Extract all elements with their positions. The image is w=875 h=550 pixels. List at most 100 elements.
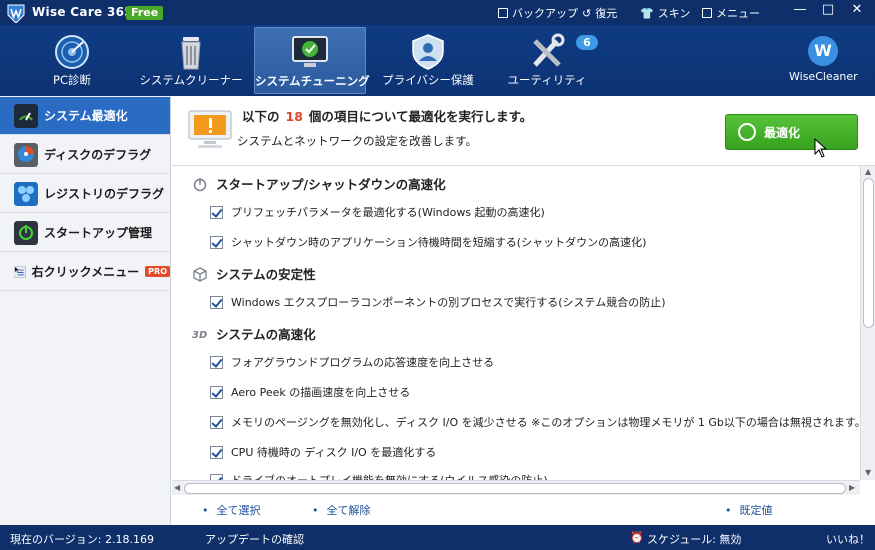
checkbox[interactable] xyxy=(210,415,223,429)
checkbox[interactable] xyxy=(210,295,223,309)
maximize-button[interactable]: □ xyxy=(814,0,842,22)
list-item[interactable]: シャットダウン時のアプリケーション待機時間を短縮する(シャットダウンの高速化) xyxy=(210,234,646,250)
wisecleaner-logo-icon[interactable]: W xyxy=(808,36,838,66)
section-startup-shutdown: スタートアップ/シャットダウンの高速化 xyxy=(192,174,446,193)
sidebar: システム最適化 ディスクのデフラグ レジストリのデフラグ スタートアップ管理 右… xyxy=(0,96,171,525)
sidebar-item-system-optimize[interactable]: システム最適化 xyxy=(0,97,170,135)
item-label: Windows エクスプローラコンポーネントの別プロセスで実行する(システム競合… xyxy=(231,296,666,309)
like-link[interactable]: いいね！ xyxy=(826,531,870,547)
disk-icon xyxy=(14,142,38,167)
wisecleaner-label[interactable]: WiseCleaner xyxy=(789,70,858,83)
power-icon xyxy=(14,220,38,245)
scroll-right-icon[interactable]: ▶ xyxy=(849,483,855,492)
item-label: Aero Peek の描画速度を向上させる xyxy=(231,386,411,399)
item-label: メモリのページングを無効化し、ディスク I/O を減少させる ※このオプションは… xyxy=(231,416,860,429)
vertical-scrollbar[interactable]: ▲ ▼ xyxy=(860,166,875,480)
svg-text:3D: 3D xyxy=(192,330,207,341)
nav-privacy[interactable]: プライバシー保護 xyxy=(379,27,477,94)
backup-label: バックアップ xyxy=(512,7,578,20)
nav-pc-check[interactable]: PC診断 xyxy=(20,27,124,94)
nav-label: ユーティリティ xyxy=(507,73,587,87)
wise-care-logo-icon xyxy=(7,4,25,23)
sidebar-item-label: 右クリックメニュー xyxy=(31,265,140,279)
monitor-tuning-icon xyxy=(292,36,328,67)
menu-label: メニュー xyxy=(716,7,760,20)
optimize-button[interactable]: 最適化 xyxy=(725,114,858,150)
cube-icon xyxy=(193,266,207,282)
close-button[interactable]: ✕ xyxy=(843,0,871,22)
sidebar-item-startup-manager[interactable]: スタートアップ管理 xyxy=(0,214,170,252)
restore-label: 復元 xyxy=(595,7,618,20)
menu-icon xyxy=(702,8,712,18)
checkbox[interactable] xyxy=(210,235,223,249)
section-stability: システムの安定性 xyxy=(192,264,316,283)
item-label: ドライブのオートプレイ機能を無効にする(ウイルス感染の防止) xyxy=(231,472,548,480)
backup-button[interactable]: バックアップ xyxy=(498,5,578,21)
power-icon xyxy=(193,177,207,191)
list-item[interactable]: Aero Peek の描画速度を向上させる xyxy=(210,384,410,400)
section-title: スタートアップ/シャットダウンの高速化 xyxy=(216,177,446,192)
sidebar-item-disk-defrag[interactable]: ディスクのデフラグ xyxy=(0,136,170,174)
optimization-list: スタートアップ/シャットダウンの高速化 プリフェッチパラメータを最適化する(Wi… xyxy=(172,166,860,480)
sidebar-item-context-menu[interactable]: 右クリックメニュー PRO xyxy=(0,253,170,291)
count-prefix: 以下の xyxy=(242,109,280,124)
nav-label: PC診断 xyxy=(53,73,91,87)
sidebar-item-label: ディスクのデフラグ xyxy=(44,148,152,162)
skin-button[interactable]: 👕 スキン xyxy=(640,5,690,21)
3d-icon: 3D xyxy=(192,330,207,341)
checkbox[interactable] xyxy=(210,355,223,369)
list-item[interactable]: メモリのページングを無効化し、ディスク I/O を減少させる ※このオプションは… xyxy=(210,414,860,430)
mouse-cursor-icon xyxy=(814,138,828,158)
sidebar-item-label: システム最適化 xyxy=(44,109,128,123)
sidebar-item-label: レジストリのデフラグ xyxy=(44,187,165,201)
default-link[interactable]: 既定値 xyxy=(725,502,773,518)
section-title: システムの高速化 xyxy=(216,327,316,342)
horizontal-scrollbar[interactable]: ◀ ▶ xyxy=(172,480,860,495)
restore-button[interactable]: ↺ 復元 xyxy=(582,5,617,21)
version-text: 現在のバージョン: 2.18.169 xyxy=(10,533,154,546)
list-item[interactable]: プリフェッチパラメータを最適化する(Windows 起動の高速化) xyxy=(210,204,545,220)
save-icon xyxy=(498,8,508,18)
restore-icon: ↺ xyxy=(582,6,592,20)
optimize-count-text: 以下の 18 個の項目について最適化を実行します。 xyxy=(242,106,532,125)
optimize-description: システムとネットワークの設定を改善します。 xyxy=(237,134,478,148)
nav-label: システムチューニング xyxy=(255,74,370,88)
context-menu-icon xyxy=(14,265,26,278)
section-speed-up: 3D システムの高速化 xyxy=(192,324,316,343)
update-check-link[interactable]: アップデートの確認 xyxy=(205,531,304,547)
utility-count-badge: 6 xyxy=(576,35,598,50)
scroll-up-icon[interactable]: ▲ xyxy=(865,167,871,176)
list-item[interactable]: CPU 待機時の ディスク I/O を最適化する xyxy=(210,444,436,460)
scroll-left-icon[interactable]: ◀ xyxy=(174,483,180,492)
vertical-scroll-thumb[interactable] xyxy=(863,178,874,328)
horizontal-scroll-thumb[interactable] xyxy=(184,483,846,494)
schedule-link[interactable]: スケジュール: 無効 xyxy=(647,531,741,547)
checkbox[interactable] xyxy=(210,445,223,459)
warning-monitor-icon xyxy=(188,110,232,148)
free-badge: Free xyxy=(126,6,164,20)
nav-system-cleaner[interactable]: システムクリーナー xyxy=(139,27,243,94)
item-label: プリフェッチパラメータを最適化する(Windows 起動の高速化) xyxy=(231,206,545,219)
app-title: Wise Care 365 xyxy=(32,5,133,19)
speed-icon xyxy=(14,103,38,128)
list-actions: 全て選択 全て解除 既定値 xyxy=(172,496,875,525)
sidebar-item-registry-defrag[interactable]: レジストリのデフラグ xyxy=(0,175,170,213)
item-label: CPU 待機時の ディスク I/O を最適化する xyxy=(231,446,437,459)
tools-icon xyxy=(533,33,565,67)
nav-label: プライバシー保護 xyxy=(382,73,474,87)
list-item[interactable]: フォアグラウンドプログラムの応答速度を向上させる xyxy=(210,354,494,370)
select-all-link[interactable]: 全て選択 xyxy=(202,502,261,518)
list-item[interactable]: Windows エクスプローラコンポーネントの別プロセスで実行する(システム競合… xyxy=(210,294,666,310)
menu-button[interactable]: メニュー xyxy=(702,5,760,21)
status-bar: 現在のバージョン: 2.18.169 アップデートの確認 ⏰ スケジュール: 無… xyxy=(0,525,875,550)
item-label: フォアグラウンドプログラムの応答速度を向上させる xyxy=(231,356,495,369)
checkbox[interactable] xyxy=(210,385,223,399)
nav-system-tuning[interactable]: システムチューニング xyxy=(254,27,370,94)
deselect-all-link[interactable]: 全て解除 xyxy=(312,502,371,518)
scroll-down-icon[interactable]: ▼ xyxy=(865,468,871,477)
checkbox[interactable] xyxy=(210,205,223,219)
count-suffix: 個の項目について最適化を実行します。 xyxy=(308,109,533,124)
list-item[interactable]: ドライブのオートプレイ機能を無効にする(ウイルス感染の防止) xyxy=(210,472,548,480)
minimize-button[interactable]: — xyxy=(786,0,814,22)
item-label: シャットダウン時のアプリケーション待機時間を短縮する(シャットダウンの高速化) xyxy=(231,236,647,249)
